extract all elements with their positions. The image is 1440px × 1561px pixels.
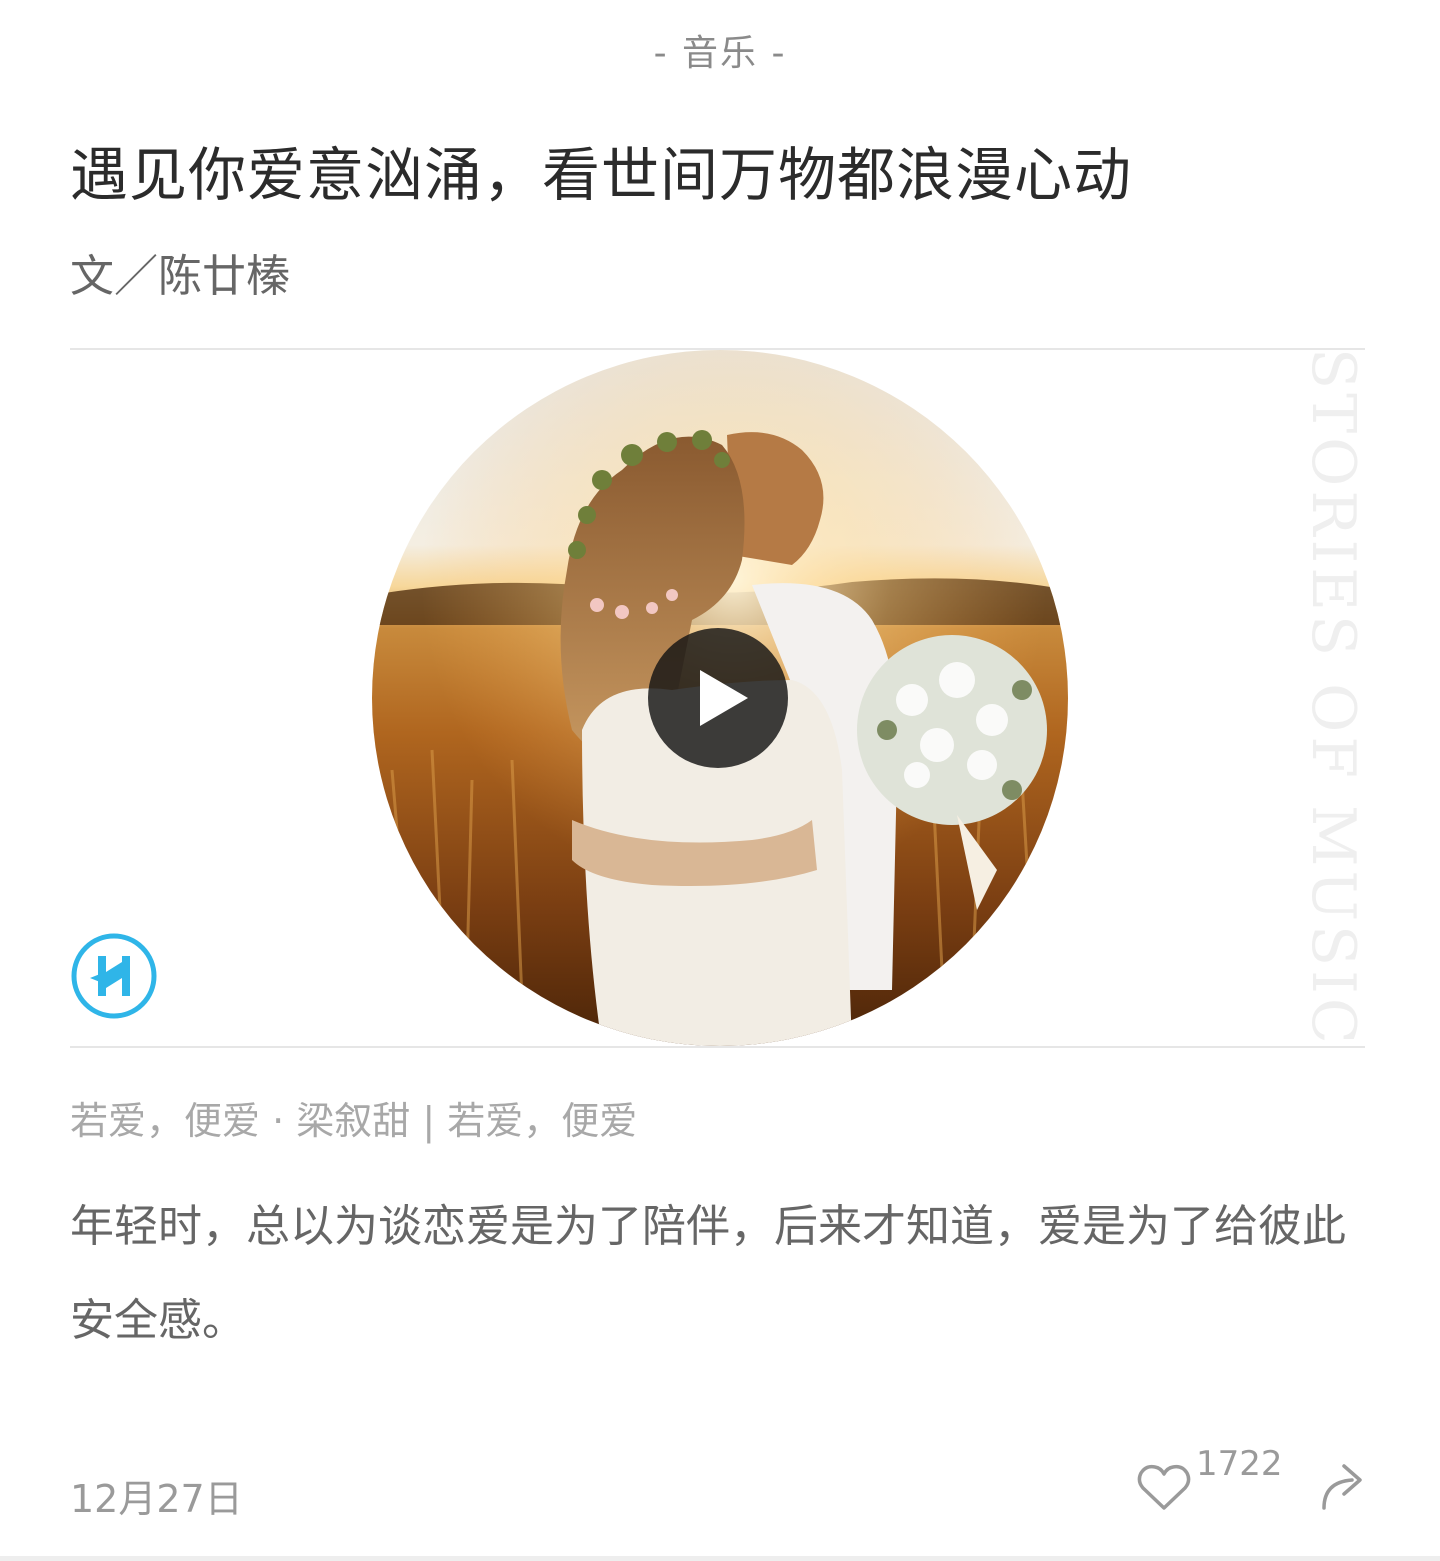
brand-logo-icon bbox=[70, 932, 158, 1020]
article-title: 遇见你爱意汹涌，看世间万物都浪漫心动 bbox=[70, 141, 1133, 209]
play-button[interactable] bbox=[648, 628, 788, 768]
category-label: - 音乐 - bbox=[653, 33, 787, 74]
share-arrow-icon[interactable] bbox=[1318, 1456, 1370, 1512]
track-info[interactable]: 若爱，便爱 · 梁叙甜 | 若爱，便爱 bbox=[70, 1090, 637, 1145]
article-author: 文／陈廿榛 bbox=[70, 251, 290, 302]
bottom-border bbox=[0, 1556, 1440, 1561]
play-icon bbox=[700, 670, 748, 726]
publish-date: 12月27日 bbox=[70, 1477, 243, 1521]
divider-bottom bbox=[70, 1046, 1365, 1048]
like-count: 1722 bbox=[1196, 1444, 1283, 1484]
article-excerpt: 年轻时，总以为谈恋爱是为了陪伴，后来才知道，爱是为了给彼此安全感。 bbox=[70, 1201, 1346, 1346]
watermark-text: STORIES OF MUSIC bbox=[1308, 348, 1368, 1048]
heart-icon[interactable] bbox=[1134, 1456, 1194, 1516]
